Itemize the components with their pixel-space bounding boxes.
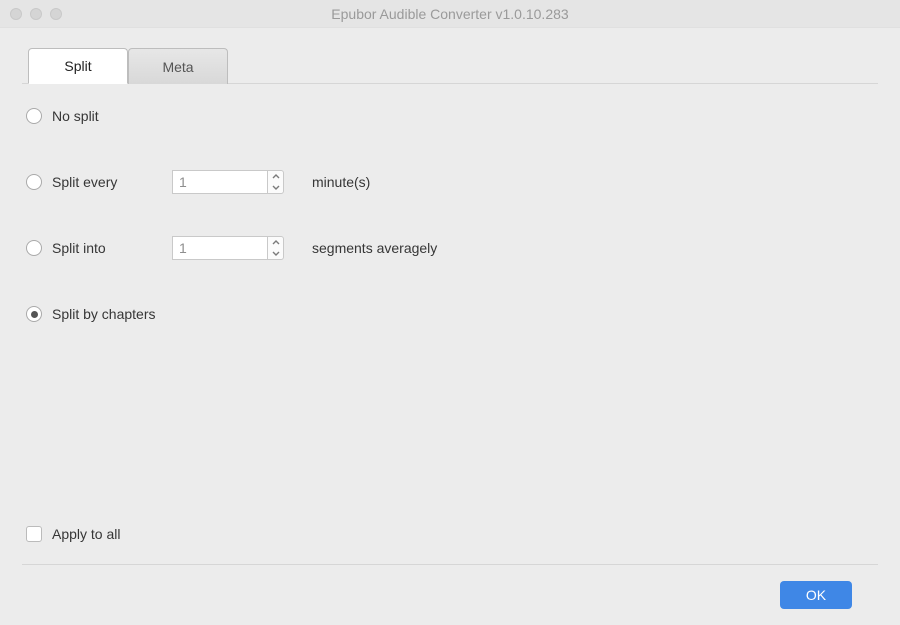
window-title: Epubor Audible Converter v1.0.10.283 bbox=[0, 6, 900, 22]
label-no-split: No split bbox=[52, 108, 99, 124]
dialog-content: Split Meta No split Split every bbox=[0, 28, 900, 625]
minutes-step-up[interactable] bbox=[268, 171, 283, 182]
chevron-down-icon bbox=[272, 251, 280, 256]
zoom-window-button[interactable] bbox=[50, 8, 62, 20]
split-panel: No split Split every bbox=[22, 84, 878, 564]
apply-to-all-label: Apply to all bbox=[52, 526, 120, 542]
suffix-minutes: minute(s) bbox=[312, 174, 370, 190]
segments-stepper bbox=[172, 236, 284, 260]
titlebar: Epubor Audible Converter v1.0.10.283 bbox=[0, 0, 900, 28]
segments-step-down[interactable] bbox=[268, 248, 283, 259]
option-split-into: Split into segments averagely bbox=[26, 236, 874, 260]
option-no-split: No split bbox=[26, 104, 874, 128]
radio-split-chapters[interactable] bbox=[26, 306, 42, 322]
ok-button-label: OK bbox=[806, 587, 826, 603]
tab-meta-label: Meta bbox=[162, 59, 193, 75]
radio-no-split[interactable] bbox=[26, 108, 42, 124]
window: Epubor Audible Converter v1.0.10.283 Spl… bbox=[0, 0, 900, 625]
radio-split-every[interactable] bbox=[26, 174, 42, 190]
label-split-chapters: Split by chapters bbox=[52, 306, 156, 322]
apply-to-all-row: Apply to all bbox=[26, 526, 874, 542]
apply-to-all-checkbox[interactable] bbox=[26, 526, 42, 542]
ok-button[interactable]: OK bbox=[780, 581, 852, 609]
chevron-down-icon bbox=[272, 185, 280, 190]
minutes-stepper bbox=[172, 170, 284, 194]
close-window-button[interactable] bbox=[10, 8, 22, 20]
divider bbox=[22, 564, 878, 565]
button-row: OK bbox=[22, 581, 878, 613]
minutes-step-down[interactable] bbox=[268, 182, 283, 193]
tab-split[interactable]: Split bbox=[28, 48, 128, 84]
option-split-chapters: Split by chapters bbox=[26, 302, 874, 326]
label-split-every: Split every bbox=[52, 174, 117, 190]
option-split-every: Split every minute(s) bbox=[26, 170, 874, 194]
segments-field[interactable] bbox=[172, 236, 268, 260]
tab-meta[interactable]: Meta bbox=[128, 48, 228, 84]
segments-step-up[interactable] bbox=[268, 237, 283, 248]
tabs-bar: Split Meta bbox=[22, 46, 878, 84]
tab-split-label: Split bbox=[64, 58, 91, 74]
chevron-up-icon bbox=[272, 174, 280, 179]
minutes-field[interactable] bbox=[172, 170, 268, 194]
traffic-lights bbox=[0, 8, 62, 20]
chevron-up-icon bbox=[272, 240, 280, 245]
radio-split-into[interactable] bbox=[26, 240, 42, 256]
label-split-into: Split into bbox=[52, 240, 106, 256]
suffix-segments: segments averagely bbox=[312, 240, 437, 256]
minimize-window-button[interactable] bbox=[30, 8, 42, 20]
